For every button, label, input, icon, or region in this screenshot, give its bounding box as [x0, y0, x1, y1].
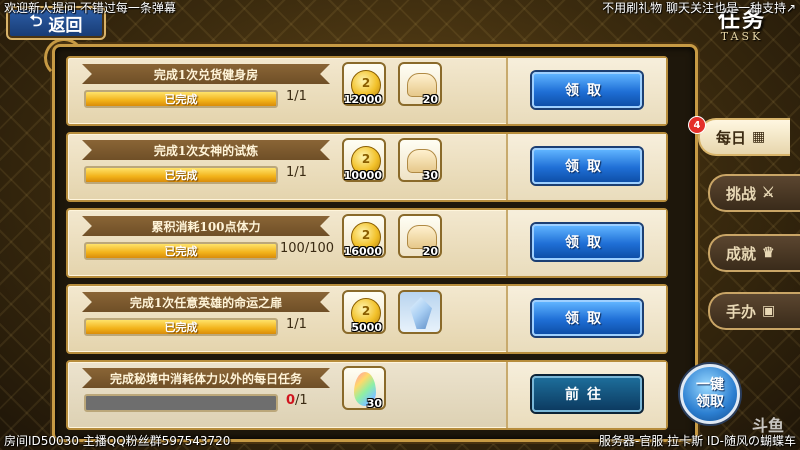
- room-info-text: 房间ID50030 主播QQ粉丝群597543720: [4, 434, 231, 448]
- progress-bar: 已完成: [84, 90, 278, 108]
- reward-gold-coin[interactable]: 10000: [342, 138, 386, 182]
- progress-count: 0/1: [286, 392, 338, 410]
- tab-figure-label: 手办: [726, 302, 757, 321]
- reward-gold-coin[interactable]: 12000: [342, 62, 386, 106]
- progress-label: [86, 396, 276, 410]
- reward-qty: 16000: [343, 245, 382, 258]
- tab-achievement-label: 成就: [726, 244, 757, 263]
- claim-button[interactable]: 领取: [532, 148, 642, 184]
- progress-count: 1/1: [286, 317, 307, 332]
- reward-crystal[interactable]: [398, 290, 442, 334]
- tab-figure[interactable]: 手办 ▣: [708, 292, 800, 330]
- task-row: 累积消耗100点体力 已完成 100/100 16000 20 领取: [66, 208, 668, 278]
- progress-count-total: /1: [295, 393, 308, 408]
- progress-count-done: 0: [286, 393, 296, 408]
- reward-bread[interactable]: 20: [398, 62, 442, 106]
- tab-achievement[interactable]: 成就 ♛: [708, 234, 800, 272]
- reward-qty: 10000: [343, 169, 382, 182]
- claim-button[interactable]: 领取: [532, 300, 642, 336]
- progress-count: 1/1: [286, 165, 307, 180]
- task-title: 完成1次女神的试炼: [82, 140, 330, 160]
- reward-qty: 30: [366, 397, 382, 410]
- task-title: 累积消耗100点体力: [82, 216, 330, 236]
- one-click-claim-button[interactable]: 一键 领取: [680, 364, 740, 424]
- goto-button[interactable]: 前往: [532, 376, 642, 412]
- reward-qty: 12000: [343, 93, 382, 106]
- calendar-icon: ▦: [752, 129, 766, 145]
- reward-qty: 5000: [351, 321, 382, 334]
- action-area: 领取: [506, 210, 666, 276]
- progress-label: 已完成: [164, 321, 198, 334]
- task-row: 完成1次女神的试炼 已完成 1/1 10000 30 领取: [66, 132, 668, 202]
- action-area: 领取: [506, 134, 666, 200]
- reward-qty: 20: [422, 93, 438, 106]
- one-click-line1: 一键: [696, 377, 724, 393]
- stream-overlay-top: 欢迎新人提问 不错过每一条弹幕 不用刷礼物 聊天关注也是一种支持↗: [0, 0, 800, 16]
- action-area: 领取: [506, 286, 666, 352]
- reward-gold-coin[interactable]: 16000: [342, 214, 386, 258]
- progress-label: 已完成: [164, 93, 198, 106]
- notification-badge: 4: [688, 116, 706, 134]
- corner-ornament-icon: [44, 38, 84, 78]
- task-title: 完成1次兑货健身房: [82, 64, 330, 84]
- progress-label: 已完成: [164, 169, 198, 182]
- trophy-icon: ♛: [762, 245, 775, 261]
- stream-overlay-bottom: 房间ID50030 主播QQ粉丝群597543720 服务器-官服 拉卡斯 ID…: [0, 432, 800, 450]
- server-info-text: 服务器-官服 拉卡斯 ID-随风の蝴蝶车: [598, 434, 796, 448]
- tab-daily[interactable]: 每日 ▦: [698, 118, 790, 156]
- tab-challenge-label: 挑战: [726, 184, 757, 203]
- page-title-en: TASK: [720, 30, 764, 43]
- task-row: 完成1次任意英雄的命运之扉 已完成 1/1 5000 领取: [66, 284, 668, 354]
- stream-welcome-text: 欢迎新人提问 不错过每一条弹幕: [4, 1, 176, 15]
- task-row: 完成1次兑货健身房 已完成 1/1 12000 20 领取: [66, 56, 668, 126]
- reward-bread[interactable]: 30: [398, 138, 442, 182]
- action-area: 前往: [506, 362, 666, 428]
- tab-challenge[interactable]: 挑战 ⚔: [708, 174, 800, 212]
- crossed-swords-icon: ⚔: [762, 185, 775, 201]
- crystal-icon: [410, 297, 432, 329]
- progress-bar: 已完成: [84, 318, 278, 336]
- task-row: 完成秘境中消耗体力以外的每日任务 0/1 30 前往: [66, 360, 668, 430]
- progress-count: 100/100: [280, 241, 335, 256]
- reward-gold-coin[interactable]: 5000: [342, 290, 386, 334]
- progress-count: 1/1: [286, 89, 307, 104]
- tab-daily-label: 每日: [716, 128, 747, 147]
- progress-bar: 已完成: [84, 242, 278, 260]
- task-title: 完成秘境中消耗体力以外的每日任务: [82, 368, 330, 388]
- claim-button[interactable]: 领取: [532, 224, 642, 260]
- progress-label: 已完成: [164, 245, 198, 258]
- task-title: 完成1次任意英雄的命运之扉: [82, 292, 330, 312]
- progress-bar: [84, 394, 278, 412]
- claim-button[interactable]: 领取: [532, 72, 642, 108]
- one-click-line2: 领取: [696, 394, 724, 410]
- stream-support-text: 不用刷礼物 聊天关注也是一种支持↗: [602, 1, 796, 15]
- progress-bar: 已完成: [84, 166, 278, 184]
- action-area: 领取: [506, 58, 666, 124]
- reward-qty: 30: [422, 169, 438, 182]
- figure-icon: ▣: [762, 303, 776, 319]
- reward-bread[interactable]: 20: [398, 214, 442, 258]
- reward-rainbow-gem[interactable]: 30: [342, 366, 386, 410]
- reward-qty: 20: [422, 245, 438, 258]
